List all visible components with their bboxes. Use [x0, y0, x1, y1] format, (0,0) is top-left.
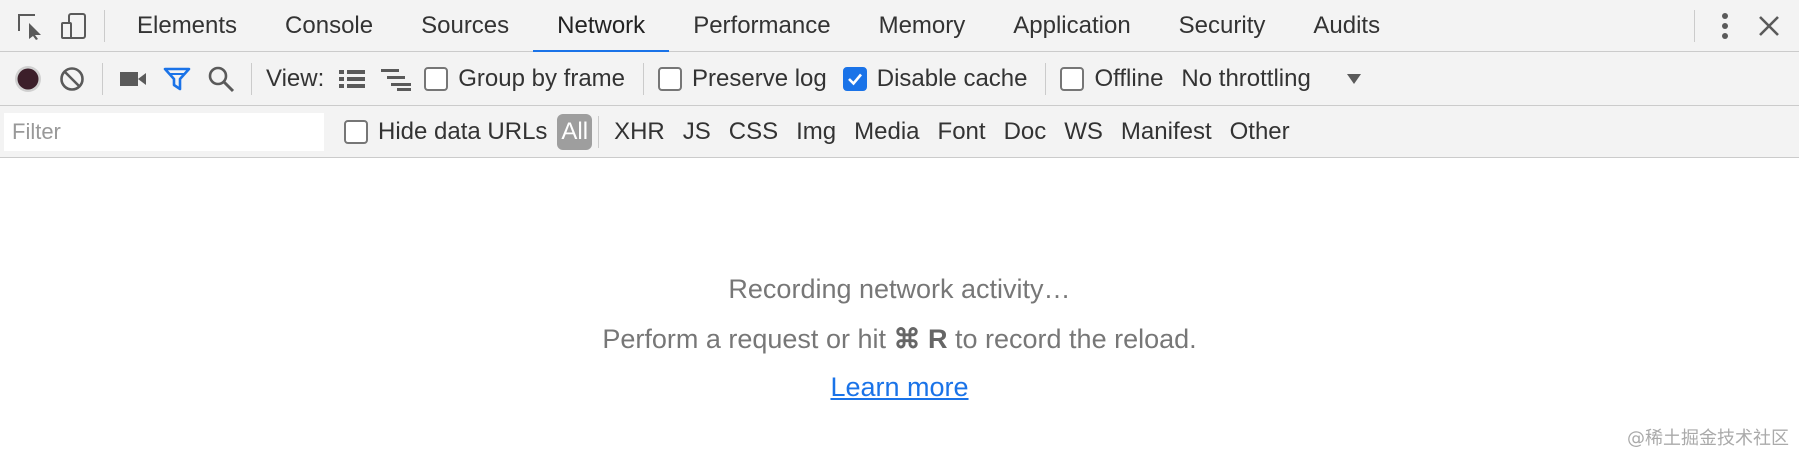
offline-checkbox[interactable]: Offline	[1060, 65, 1163, 93]
waterfall-icon[interactable]	[374, 57, 418, 101]
recording-message: Recording network activity…	[728, 274, 1071, 304]
type-filter-other[interactable]: Other	[1221, 114, 1299, 150]
type-filter-manifest[interactable]: Manifest	[1112, 114, 1221, 150]
network-empty-state: Recording network activity… Perform a re…	[0, 158, 1799, 468]
learn-more-line: Learn more	[0, 372, 1799, 403]
tab-audits[interactable]: Audits	[1289, 0, 1404, 52]
dropdown-arrow-icon	[1346, 73, 1361, 84]
disable-cache-label: Disable cache	[876, 64, 1028, 92]
separator	[1694, 9, 1695, 42]
group-by-frame-label: Group by frame	[458, 64, 625, 92]
separator	[104, 9, 105, 42]
close-icon[interactable]	[1747, 4, 1791, 48]
filter-input[interactable]	[4, 112, 324, 151]
filter-icon[interactable]	[155, 57, 199, 101]
resource-type-filters: All XHR JS CSS Img Media Font Doc WS Manifest Othe…	[557, 113, 1299, 150]
separator	[251, 62, 252, 95]
reload-hint-suffix: to record the reload.	[955, 324, 1197, 354]
type-filter-all[interactable]: All	[557, 113, 593, 150]
view-label: View:	[266, 64, 325, 92]
disable-cache-checkbox[interactable]: Disable cache	[842, 64, 1028, 93]
checkbox-box[interactable]	[658, 66, 682, 91]
reload-shortcut: ⌘ R	[893, 324, 948, 354]
tab-memory[interactable]: Memory	[855, 0, 990, 52]
clear-icon[interactable]	[50, 57, 94, 101]
inspect-element-icon[interactable]	[8, 4, 52, 48]
preserve-log-label: Preserve log	[692, 64, 827, 92]
type-filter-ws[interactable]: WS	[1055, 114, 1112, 150]
large-rows-icon[interactable]	[330, 57, 374, 101]
learn-more-link[interactable]: Learn more	[830, 372, 968, 402]
checkbox-box[interactable]	[424, 66, 449, 91]
reload-hint-prefix: Perform a request or hit	[602, 324, 886, 354]
devtools-tabbar: Elements Console Sources Network Performance…	[0, 0, 1799, 53]
checkmark-icon	[847, 73, 862, 85]
tab-performance[interactable]: Performance	[669, 0, 854, 52]
type-filter-xhr[interactable]: XHR	[605, 114, 674, 150]
watermark: @稀土掘金技术社区	[1627, 428, 1789, 449]
separator	[102, 62, 103, 95]
device-toolbar-icon[interactable]	[52, 4, 96, 48]
group-by-frame-checkbox[interactable]: Group by frame	[424, 65, 625, 93]
hide-data-urls-checkbox[interactable]: Hide data URLs	[344, 118, 547, 146]
separator	[598, 115, 600, 148]
type-filter-img[interactable]: Img	[787, 114, 845, 150]
offline-label: Offline	[1094, 64, 1164, 92]
type-filter-font[interactable]: Font	[929, 114, 995, 150]
type-filter-media[interactable]: Media	[845, 114, 928, 150]
separator	[1045, 62, 1047, 95]
network-toolbar: View: Group by frame Preserve log Disabl…	[0, 52, 1799, 106]
more-options-icon[interactable]	[1703, 4, 1747, 48]
filter-bar: Hide data URLs All XHRJSCSSImgMediaFontDo…	[0, 106, 1799, 158]
tab-console[interactable]: Console	[261, 0, 397, 52]
screenshot-icon[interactable]	[111, 57, 155, 101]
type-filter-js[interactable]: JS	[674, 114, 720, 150]
tab-sources[interactable]: Sources	[397, 0, 533, 52]
checkbox-box[interactable]	[1060, 66, 1085, 91]
hide-data-urls-label: Hide data URLs	[378, 117, 548, 145]
type-filter-doc[interactable]: Doc	[995, 114, 1056, 150]
tab-network[interactable]: Network	[533, 0, 670, 53]
checkbox-box[interactable]	[344, 119, 368, 144]
record-icon[interactable]	[6, 57, 50, 101]
search-icon[interactable]	[199, 57, 243, 101]
type-filter-css[interactable]: CSS	[720, 114, 787, 150]
separator	[643, 62, 644, 95]
tab-list: Elements Console Sources Network Performance…	[113, 0, 1404, 53]
throttling-select[interactable]: No throttling	[1181, 65, 1362, 93]
tab-elements[interactable]: Elements	[113, 0, 261, 52]
tab-security[interactable]: Security	[1155, 0, 1290, 52]
throttling-value: No throttling	[1181, 64, 1311, 92]
tab-application[interactable]: Application	[989, 0, 1154, 52]
checkbox-box[interactable]	[842, 66, 867, 91]
reload-hint: Perform a request or hit ⌘ R to record t…	[0, 324, 1799, 355]
preserve-log-checkbox[interactable]: Preserve log	[658, 65, 827, 93]
